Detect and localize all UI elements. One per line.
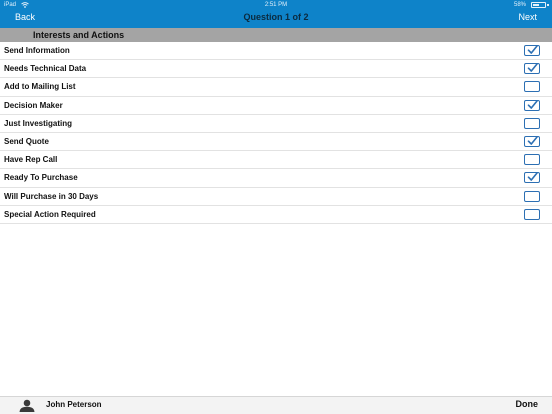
- list-item[interactable]: Will Purchase in 30 Days: [0, 187, 552, 206]
- checkmark-icon: [527, 136, 538, 145]
- checkbox-unchecked[interactable]: [524, 81, 540, 93]
- done-button[interactable]: Done: [516, 399, 539, 409]
- section-header: Interests and Actions: [0, 28, 552, 42]
- list-item[interactable]: Special Action Required: [0, 205, 552, 224]
- list-item[interactable]: Ready To Purchase: [0, 169, 552, 188]
- list-item-label: Send Quote: [4, 136, 49, 146]
- empty-content-area: [0, 224, 552, 396]
- checkbox-checked[interactable]: [524, 99, 540, 111]
- list-item-label: Special Action Required: [4, 209, 96, 219]
- next-button[interactable]: Next: [518, 12, 537, 22]
- list-item-label: Add to Mailing List: [4, 82, 76, 92]
- checkbox-unchecked[interactable]: [524, 117, 540, 129]
- list-item-label: Will Purchase in 30 Days: [4, 191, 99, 201]
- top-navigation-bar: iPad 2:51 PM 58% Back Question 1 of 2 Ne…: [0, 0, 552, 28]
- user-icon: [19, 399, 35, 412]
- bottom-toolbar: John Peterson Done: [0, 396, 552, 414]
- list-item[interactable]: Just Investigating: [0, 114, 552, 133]
- checkbox-checked[interactable]: [524, 135, 540, 147]
- checkbox-unchecked[interactable]: [524, 154, 540, 166]
- status-bar: iPad 2:51 PM 58%: [0, 0, 552, 10]
- checkmark-icon: [527, 99, 538, 109]
- user-name: John Peterson: [46, 400, 102, 409]
- checkmark-icon: [527, 63, 538, 72]
- checkbox-checked[interactable]: [524, 45, 540, 56]
- checkmark-icon: [527, 45, 538, 54]
- battery-icon: [531, 2, 546, 8]
- list-item[interactable]: Needs Technical Data: [0, 60, 552, 79]
- list-item-label: Just Investigating: [4, 118, 73, 128]
- question-checklist: Send Information Needs Technical Data Add …: [0, 42, 552, 224]
- status-time: 2:51 PM: [264, 2, 288, 8]
- battery-level-fill: [533, 4, 539, 6]
- list-item-label: Have Rep Call: [4, 155, 58, 165]
- list-item[interactable]: Have Rep Call: [0, 151, 552, 170]
- list-item-label: Decision Maker: [4, 100, 63, 110]
- battery-percentage: 58%: [513, 2, 526, 8]
- checkbox-checked[interactable]: [524, 172, 540, 184]
- list-item-label: Needs Technical Data: [4, 64, 87, 74]
- list-item-label: Send Information: [4, 46, 70, 55]
- checkbox-checked[interactable]: [524, 63, 540, 75]
- page-title: Question 1 of 2: [243, 12, 309, 22]
- checkmark-icon: [527, 172, 538, 182]
- list-item-label: Ready To Purchase: [4, 173, 78, 183]
- list-item[interactable]: Add to Mailing List: [0, 78, 552, 97]
- list-item[interactable]: Decision Maker: [0, 96, 552, 115]
- battery-cap: [547, 4, 549, 6]
- checkbox-unchecked[interactable]: [524, 208, 540, 220]
- checkbox-unchecked[interactable]: [524, 190, 540, 202]
- list-item[interactable]: Send Information: [0, 42, 552, 61]
- list-item[interactable]: Send Quote: [0, 132, 552, 152]
